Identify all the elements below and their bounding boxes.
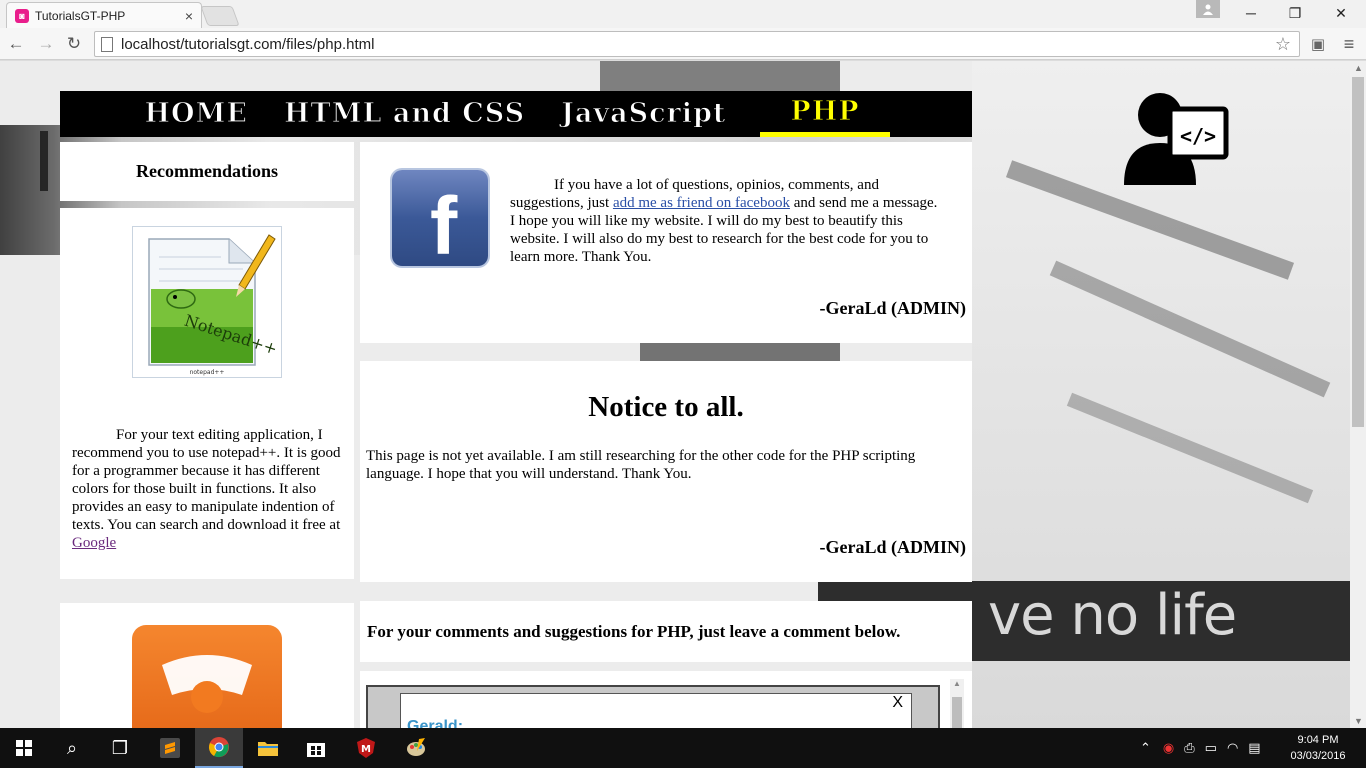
minimize-button[interactable]: ─	[1228, 0, 1274, 26]
comment-close-button[interactable]: X	[892, 694, 903, 712]
scroll-thumb[interactable]	[1352, 77, 1364, 427]
search-icon[interactable]: ⌕	[48, 728, 96, 768]
notice-panel: Notice to all. This page is not yet avai…	[360, 361, 972, 582]
comment-prompt: For your comments and suggestions for PH…	[360, 601, 972, 662]
recommendations-heading: Recommendations	[60, 142, 354, 201]
facebook-panel-signature: -GeraLd (ADMIN)	[819, 298, 966, 318]
page-icon	[101, 36, 113, 52]
notice-signature: -GeraLd (ADMIN)	[819, 537, 966, 557]
svg-text:</>: </>	[1180, 124, 1216, 148]
clock-date: 03/03/2016	[1290, 750, 1346, 762]
background-banner-text: ve no life	[988, 583, 1237, 648]
windows-taskbar: ⌕ ❐ M ⌃ ◉ ⎙ ▭ ◠ ▤ 9:04 PM 03/03/2016	[0, 728, 1366, 768]
comments-scrollbar[interactable]: ▲	[950, 679, 964, 728]
tab-close-icon[interactable]: ×	[185, 8, 193, 24]
nav-javascript[interactable]: JavaScript	[559, 91, 728, 137]
file-explorer-icon[interactable]	[244, 728, 292, 768]
notice-title: Notice to all.	[588, 391, 744, 423]
nav-php[interactable]: PHP	[760, 91, 890, 137]
google-link[interactable]: Google	[72, 535, 116, 551]
page-scrollbar[interactable]: ▲ ▼	[1350, 61, 1366, 728]
power-icon[interactable]: ▭	[1205, 740, 1217, 756]
admin-user-icon: </>	[1124, 93, 1229, 185]
maximize-button[interactable]: ❐	[1272, 0, 1318, 26]
tab-title: TutorialsGT-PHP	[35, 8, 126, 23]
nav-home[interactable]: HOME	[142, 91, 250, 137]
facebook-friend-link[interactable]: add me as friend on facebook	[613, 195, 790, 211]
url-text[interactable]: localhost/tutorialsgt.com/files/php.html	[121, 36, 1275, 53]
clock-time: 9:04 PM	[1297, 734, 1339, 746]
notepad-plus-plus-logo: Notepad++ notepad++	[132, 226, 282, 378]
new-tab-button[interactable]	[200, 6, 240, 26]
site-favicon-icon: ◙	[15, 8, 29, 23]
nav-html-css[interactable]: HTML and CSS	[282, 91, 527, 137]
sublime-text-icon[interactable]	[146, 728, 194, 768]
menu-icon[interactable]: ≡	[1338, 32, 1360, 56]
comment-frame: Gerald: X	[366, 685, 940, 728]
svg-text:M: M	[361, 744, 371, 755]
store-icon[interactable]	[292, 728, 340, 768]
windows-start-icon[interactable]	[0, 728, 48, 768]
scroll-down-icon[interactable]: ▼	[1354, 716, 1363, 726]
mcafee-icon[interactable]: M	[342, 728, 390, 768]
xampp-recommendation	[60, 603, 354, 728]
page-viewport: ve no life </> HOME HTML and CSS JavaScr…	[0, 61, 1350, 728]
extension-icon[interactable]: ▣	[1308, 34, 1328, 54]
reload-icon[interactable]: ↻	[62, 32, 86, 56]
browser-tabbar: ◙ TutorialsGT-PHP × ─ ❐ ✕	[0, 0, 1366, 28]
notice-text: This page is not yet available. I am sti…	[366, 448, 916, 482]
comments-box: Gerald: X ▲	[360, 671, 972, 728]
profile-icon[interactable]	[1196, 0, 1220, 18]
facebook-icon[interactable]: f	[392, 170, 488, 266]
wifi-icon[interactable]: ◠	[1227, 740, 1238, 756]
chrome-icon[interactable]	[195, 728, 243, 768]
browser-toolbar: ← → ↻ localhost/tutorialsgt.com/files/ph…	[0, 28, 1366, 60]
comment-author: Gerald:	[407, 718, 464, 728]
mcafee-tray-icon[interactable]: ◉	[1163, 740, 1174, 756]
close-window-button[interactable]: ✕	[1318, 0, 1364, 26]
scroll-up-icon[interactable]: ▲	[1354, 63, 1363, 73]
browser-tab[interactable]: ◙ TutorialsGT-PHP ×	[6, 2, 202, 28]
notepad-description: For your text editing application, I rec…	[72, 427, 341, 551]
bookmark-star-icon[interactable]: ☆	[1275, 34, 1291, 55]
paint-icon[interactable]	[392, 728, 440, 768]
taskbar-clock[interactable]: 9:04 PM 03/03/2016	[1290, 732, 1346, 764]
network-adapter-icon[interactable]: ⎙	[1184, 740, 1194, 756]
facebook-message-panel: f If you have a lot of questions, opinio…	[360, 142, 972, 343]
tray-icons: ⌃ ◉ ⎙ ▭ ◠ ▤	[1140, 728, 1261, 768]
notepad-caption: notepad++	[190, 369, 225, 376]
forward-arrow-icon[interactable]: →	[34, 32, 58, 56]
notepad-recommendation: Notepad++ notepad++ For your text editin…	[60, 208, 354, 579]
site-navigation: HOME HTML and CSS JavaScript PHP	[60, 91, 972, 137]
task-view-icon[interactable]: ❐	[96, 728, 144, 768]
facebook-message-text: If you have a lot of questions, opinios,…	[510, 177, 938, 265]
show-hidden-icons-icon[interactable]: ⌃	[1140, 740, 1151, 756]
back-arrow-icon[interactable]: ←	[4, 32, 28, 56]
xampp-logo	[132, 625, 282, 728]
notification-icon[interactable]: ▤	[1248, 740, 1260, 756]
comment-card: Gerald: X	[400, 693, 912, 728]
address-bar[interactable]: localhost/tutorialsgt.com/files/php.html…	[94, 31, 1300, 57]
